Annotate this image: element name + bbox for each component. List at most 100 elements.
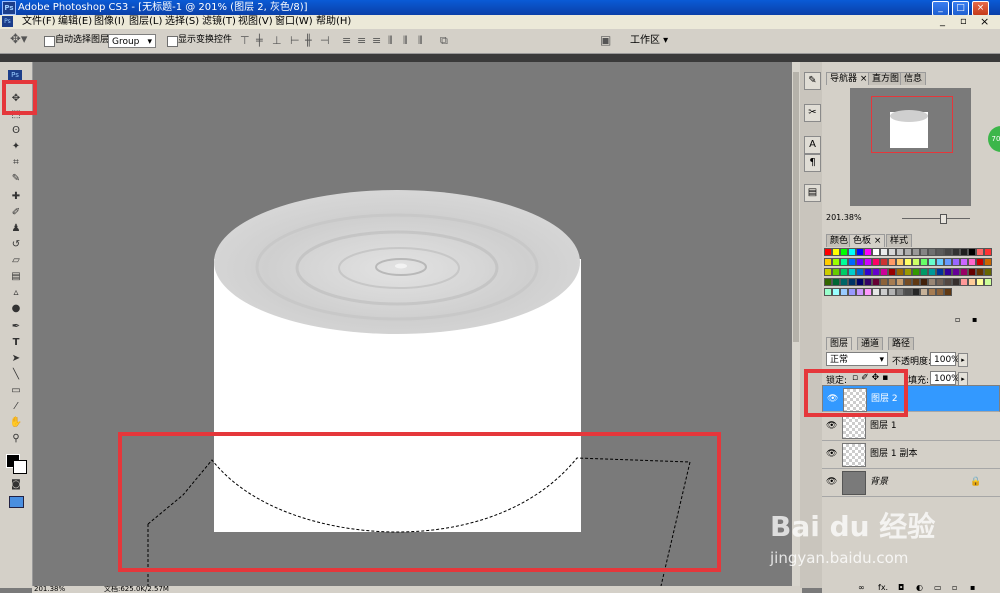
- color-swatch[interactable]: [840, 278, 848, 286]
- tab-styles[interactable]: 样式: [886, 234, 913, 247]
- color-swatch[interactable]: [904, 278, 912, 286]
- menu-file[interactable]: 文件(F): [22, 15, 56, 29]
- color-swatch[interactable]: [920, 288, 928, 296]
- fill-input[interactable]: 100%: [930, 371, 960, 385]
- color-swatch[interactable]: [968, 268, 976, 276]
- eraser-tool-icon[interactable]: ▱: [7, 254, 25, 268]
- color-swatch[interactable]: [864, 258, 872, 266]
- notes-tool-icon[interactable]: ▭: [7, 384, 25, 398]
- magic-wand-icon[interactable]: ✦: [7, 140, 25, 154]
- color-swatch[interactable]: [880, 278, 888, 286]
- screen-mode-icon[interactable]: [9, 496, 24, 508]
- eye-icon[interactable]: 👁: [826, 477, 837, 487]
- eyedropper-icon[interactable]: ⁄: [7, 400, 25, 414]
- color-swatch[interactable]: [904, 258, 912, 266]
- crop-tool-icon[interactable]: ⌗: [7, 156, 25, 170]
- move-tool-preset-icon[interactable]: ✥▾: [10, 33, 27, 46]
- color-swatch[interactable]: [872, 278, 880, 286]
- color-swatch[interactable]: [944, 248, 952, 256]
- color-swatch[interactable]: [936, 248, 944, 256]
- color-swatch[interactable]: [952, 248, 960, 256]
- color-swatch[interactable]: [888, 268, 896, 276]
- color-swatch[interactable]: [912, 258, 920, 266]
- auto-select-checkbox[interactable]: [44, 36, 55, 47]
- color-swatch[interactable]: [984, 258, 992, 266]
- new-group-icon[interactable]: ▭: [934, 582, 942, 593]
- color-swatch[interactable]: [912, 268, 920, 276]
- color-swatch[interactable]: [840, 258, 848, 266]
- color-swatch[interactable]: [896, 268, 904, 276]
- color-swatch[interactable]: [904, 268, 912, 276]
- align-left-icon[interactable]: ⊢: [290, 35, 300, 47]
- color-swatch[interactable]: [976, 268, 984, 276]
- color-swatch[interactable]: [856, 288, 864, 296]
- color-swatch[interactable]: [824, 278, 832, 286]
- color-swatch[interactable]: [864, 268, 872, 276]
- tab-navigator[interactable]: 导航器 ×: [826, 72, 872, 85]
- navigator-view-box[interactable]: [871, 96, 953, 153]
- color-swatch[interactable]: [864, 278, 872, 286]
- doc-close-button[interactable]: ×: [980, 15, 989, 28]
- color-swatch[interactable]: [960, 278, 968, 286]
- color-swatch[interactable]: [824, 288, 832, 296]
- color-swatch[interactable]: [968, 278, 976, 286]
- distribute-right-icon[interactable]: ⫴: [418, 35, 423, 47]
- color-swatch[interactable]: [904, 248, 912, 256]
- align-hcenter-icon[interactable]: ╫: [305, 35, 312, 47]
- color-swatch[interactable]: [832, 258, 840, 266]
- color-swatch[interactable]: [984, 278, 992, 286]
- color-swatch[interactable]: [856, 248, 864, 256]
- color-swatch[interactable]: [920, 278, 928, 286]
- color-swatch[interactable]: [832, 248, 840, 256]
- color-swatch[interactable]: [920, 268, 928, 276]
- eye-icon[interactable]: 👁: [826, 449, 837, 459]
- minimize-button[interactable]: _: [932, 1, 949, 16]
- color-swatch[interactable]: [840, 248, 848, 256]
- color-swatch[interactable]: [960, 258, 968, 266]
- slice-tool-icon[interactable]: ✎: [7, 172, 25, 186]
- align-vcenter-icon[interactable]: ╪: [256, 35, 263, 47]
- align-right-icon[interactable]: ⊣: [320, 35, 330, 47]
- distribute-bottom-icon[interactable]: ≡: [372, 35, 381, 47]
- new-swatch-icon[interactable]: ▫: [955, 315, 960, 324]
- color-swatch[interactable]: [920, 258, 928, 266]
- adjustment-layer-icon[interactable]: ◐: [916, 582, 923, 593]
- color-swatch[interactable]: [824, 258, 832, 266]
- color-swatch[interactable]: [880, 288, 888, 296]
- lasso-tool-icon[interactable]: ʘ: [7, 124, 25, 138]
- distribute-hcenter-icon[interactable]: ⫴: [403, 35, 408, 47]
- menu-select[interactable]: 选择(S): [165, 15, 199, 29]
- workspace-button[interactable]: 工作区 ▾: [630, 35, 668, 47]
- layer-row-layer1-copy[interactable]: 👁 图层 1 副本: [822, 441, 1000, 469]
- color-swatch[interactable]: [936, 268, 944, 276]
- navigator-preview[interactable]: [850, 88, 971, 206]
- color-swatch[interactable]: [984, 268, 992, 276]
- color-swatch[interactable]: [936, 258, 944, 266]
- menu-image[interactable]: 图像(I): [94, 15, 125, 29]
- distribute-left-icon[interactable]: ⫴: [388, 35, 393, 47]
- color-swatch[interactable]: [912, 278, 920, 286]
- color-swatch[interactable]: [848, 258, 856, 266]
- eye-icon[interactable]: 👁: [826, 421, 837, 431]
- color-swatch[interactable]: [968, 248, 976, 256]
- color-swatch[interactable]: [912, 288, 920, 296]
- clone-stamp-icon[interactable]: ♟: [7, 222, 25, 236]
- layer-mask-icon[interactable]: ◘: [898, 582, 904, 593]
- color-swatch[interactable]: [864, 248, 872, 256]
- paragraph-panel-icon[interactable]: ¶: [804, 154, 821, 172]
- type-tool-icon[interactable]: T: [7, 336, 25, 350]
- color-swatch[interactable]: [840, 268, 848, 276]
- color-swatch[interactable]: [912, 248, 920, 256]
- pen-tool-icon[interactable]: ✒: [7, 320, 25, 334]
- color-swatch[interactable]: [888, 248, 896, 256]
- color-swatch[interactable]: [936, 288, 944, 296]
- color-swatch[interactable]: [944, 278, 952, 286]
- color-swatch[interactable]: [952, 268, 960, 276]
- color-swatch[interactable]: [952, 258, 960, 266]
- dodge-tool-icon[interactable]: ●: [7, 302, 25, 316]
- delete-swatch-icon[interactable]: ▪: [972, 315, 977, 324]
- fill-arrow-icon[interactable]: ▸: [958, 372, 968, 386]
- color-swatch[interactable]: [976, 248, 984, 256]
- color-swatch[interactable]: [960, 268, 968, 276]
- color-swatch[interactable]: [928, 288, 936, 296]
